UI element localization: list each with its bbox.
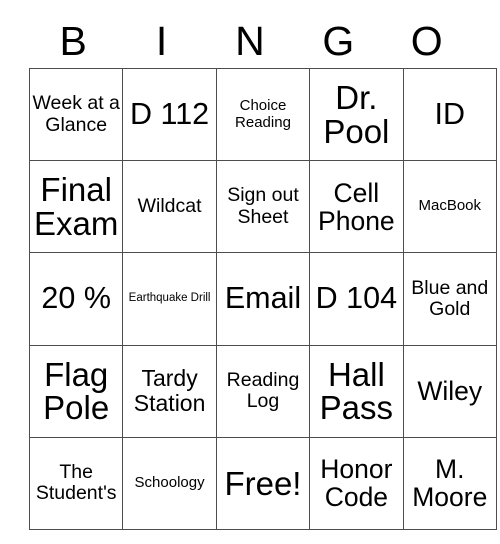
bingo-cell[interactable]: Blue and Gold bbox=[402, 252, 497, 346]
bingo-cell[interactable]: Honor Code bbox=[309, 436, 404, 530]
bingo-row: Flag Pole Tardy Station Reading Log Hall… bbox=[28, 344, 497, 438]
bingo-cell-label: Schoology bbox=[134, 473, 205, 491]
bingo-cell-label: 20 % bbox=[41, 281, 111, 316]
bingo-cell-label: Free! bbox=[224, 464, 302, 502]
bingo-cell-label: Sign out Sheet bbox=[227, 184, 299, 228]
bingo-cell[interactable]: Hall Pass bbox=[309, 344, 404, 438]
bingo-cell-free[interactable]: Free! bbox=[215, 436, 311, 530]
bingo-cell[interactable]: Schoology bbox=[122, 436, 217, 530]
bingo-cell-label: ID bbox=[434, 96, 466, 131]
bingo-cell-label: Hall Pass bbox=[319, 355, 394, 427]
bingo-card: B I N G O Week at a Glance D 112 Choice … bbox=[28, 14, 497, 530]
bingo-cell-label: Week at a Glance bbox=[32, 92, 120, 136]
bingo-cell[interactable]: D 112 bbox=[122, 67, 217, 162]
bingo-header-letter-o: O bbox=[410, 17, 443, 64]
bingo-cell-label: Earthquake Drill bbox=[128, 292, 211, 305]
bingo-cell-label: Honor Code bbox=[320, 454, 393, 513]
bingo-cell-label: D 104 bbox=[315, 281, 398, 316]
bingo-cell[interactable]: Cell Phone bbox=[309, 160, 404, 254]
bingo-cell-label: MacBook bbox=[418, 197, 482, 215]
bingo-row: Final Exam Wildcat Sign out Sheet Cell P… bbox=[28, 160, 497, 254]
bingo-header-letter-b: B bbox=[59, 17, 87, 64]
bingo-cell[interactable]: MacBook bbox=[402, 160, 497, 254]
bingo-header-row: B I N G O bbox=[29, 14, 471, 68]
bingo-cell-label: Blue and Gold bbox=[411, 276, 489, 320]
bingo-cell[interactable]: Sign out Sheet bbox=[215, 160, 311, 254]
bingo-cell[interactable]: The Student's bbox=[28, 436, 124, 530]
bingo-cell[interactable]: Reading Log bbox=[215, 344, 311, 438]
bingo-header-letter-i: I bbox=[155, 17, 168, 64]
bingo-row: 20 % Earthquake Drill Email D 104 Blue a… bbox=[28, 252, 497, 346]
bingo-cell-label: M. Moore bbox=[412, 454, 488, 513]
bingo-cell-label: Flag Pole bbox=[43, 355, 110, 427]
bingo-cell-label: Final Exam bbox=[34, 171, 119, 242]
bingo-cell-label: D 112 bbox=[130, 96, 210, 131]
bingo-cell-label: Cell Phone bbox=[318, 177, 395, 236]
bingo-cell[interactable]: ID bbox=[402, 67, 497, 162]
bingo-row: Week at a Glance D 112 Choice Reading Dr… bbox=[28, 67, 497, 162]
bingo-cell-label: Wiley bbox=[417, 376, 483, 407]
bingo-cell[interactable]: M. Moore bbox=[402, 436, 497, 530]
bingo-cell-label: The Student's bbox=[35, 460, 117, 505]
bingo-row: The Student's Schoology Free! Honor Code… bbox=[28, 436, 497, 530]
bingo-cell-label: Dr. Pool bbox=[323, 78, 390, 150]
bingo-cell-label: Tardy Station bbox=[133, 365, 206, 417]
bingo-cell[interactable]: 20 % bbox=[28, 252, 124, 346]
bingo-cell[interactable]: Dr. Pool bbox=[309, 67, 404, 162]
bingo-cell-label: Wildcat bbox=[137, 195, 202, 218]
bingo-cell[interactable]: Tardy Station bbox=[122, 344, 217, 438]
bingo-grid: Week at a Glance D 112 Choice Reading Dr… bbox=[28, 67, 497, 530]
bingo-cell[interactable]: Flag Pole bbox=[28, 344, 124, 438]
bingo-cell-label: Choice Reading bbox=[235, 96, 291, 131]
bingo-cell[interactable]: Email bbox=[215, 252, 311, 346]
bingo-cell-label: Email bbox=[224, 281, 302, 316]
bingo-cell[interactable]: Earthquake Drill bbox=[122, 252, 217, 346]
bingo-header-letter-g: G bbox=[322, 17, 355, 64]
bingo-cell[interactable]: Choice Reading bbox=[215, 67, 311, 162]
bingo-cell-label: Reading Log bbox=[226, 368, 300, 413]
bingo-cell[interactable]: Week at a Glance bbox=[28, 67, 124, 162]
bingo-cell[interactable]: D 104 bbox=[309, 252, 404, 346]
bingo-cell[interactable]: Wiley bbox=[402, 344, 497, 438]
bingo-cell[interactable]: Wildcat bbox=[122, 160, 217, 254]
bingo-cell[interactable]: Final Exam bbox=[28, 160, 124, 254]
bingo-header-letter-n: N bbox=[235, 17, 265, 64]
